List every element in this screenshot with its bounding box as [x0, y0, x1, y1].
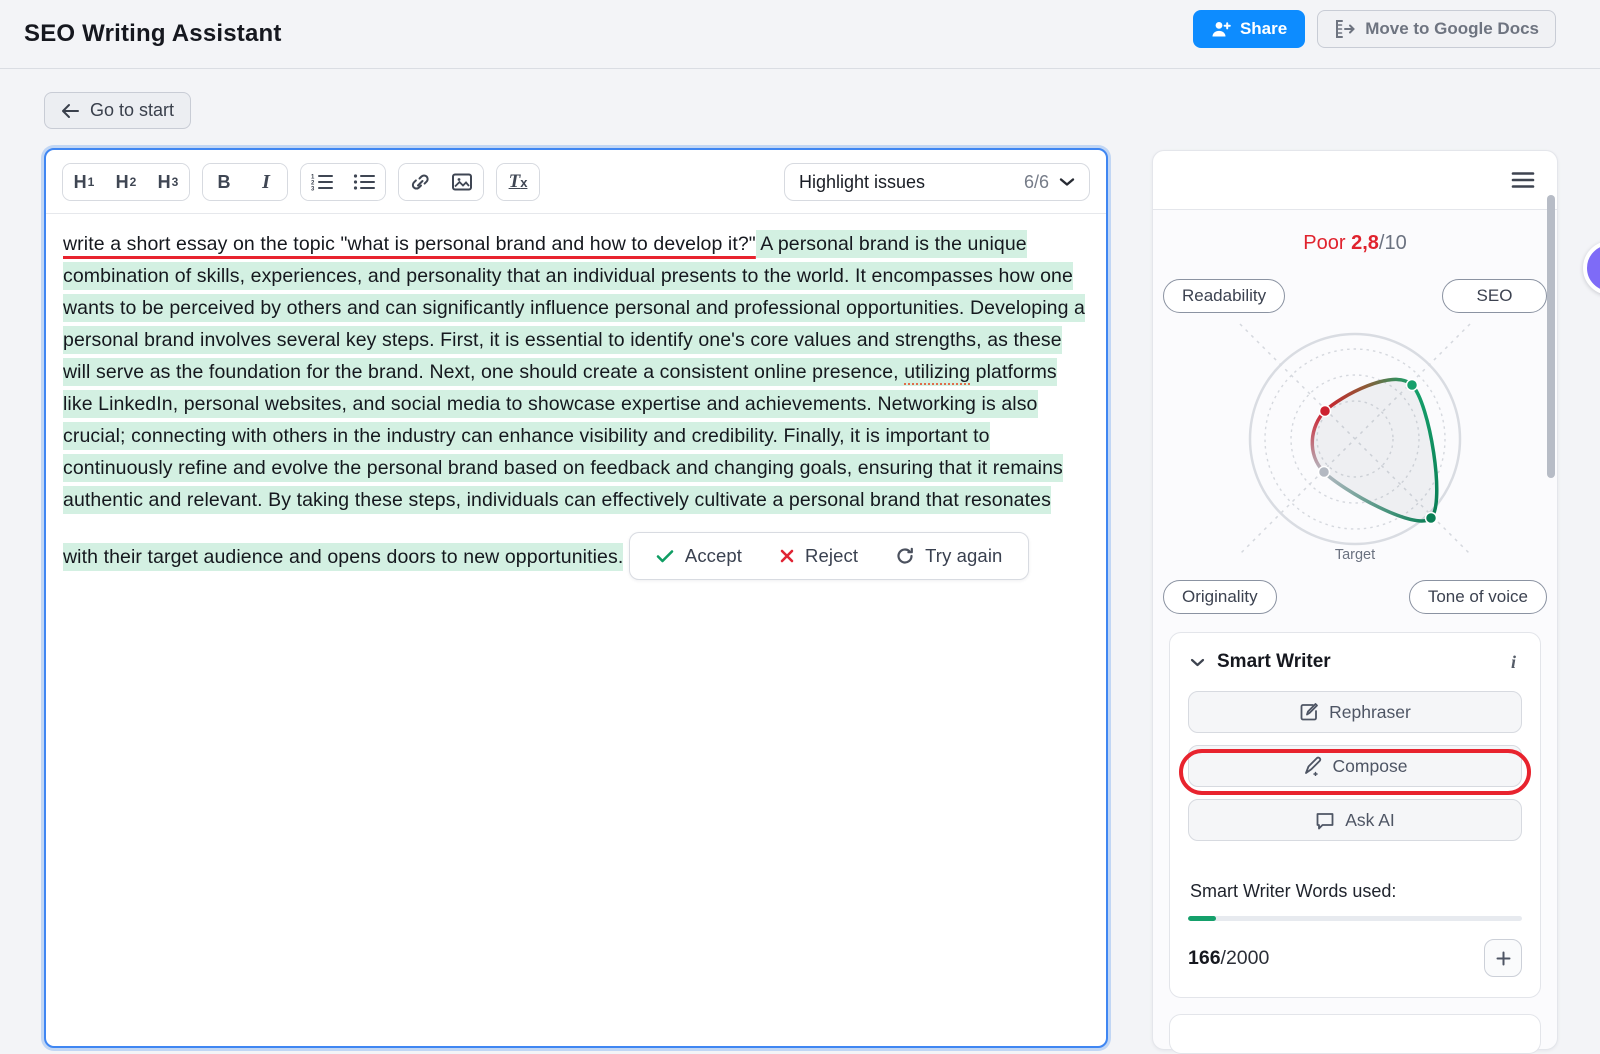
seo-pill[interactable]: SEO	[1442, 279, 1547, 313]
overall-score: Poor 2,8/10	[1153, 232, 1557, 255]
refresh-icon	[896, 547, 914, 565]
accept-button[interactable]: Accept	[656, 540, 742, 572]
words-used-count: 166	[1188, 947, 1221, 970]
svg-text:3: 3	[311, 187, 315, 192]
words-count-row: 166/2000	[1188, 939, 1522, 977]
share-button[interactable]: Share	[1193, 10, 1305, 48]
menu-icon[interactable]	[1511, 171, 1535, 189]
plus-icon	[1496, 951, 1511, 966]
target-label: Target	[1328, 547, 1382, 563]
editor-toolbar: H1 H2 H3 B I 1 2 3	[46, 150, 1106, 213]
bold-button[interactable]: B	[203, 164, 245, 200]
editor-content[interactable]: write a short essay on the topic "what i…	[46, 214, 1106, 580]
seo-dot	[1407, 380, 1418, 391]
smart-writer-title: Smart Writer	[1217, 651, 1331, 673]
floating-assistant-button[interactable]	[1583, 241, 1600, 295]
reject-button[interactable]: Reject	[780, 540, 858, 572]
flagged-word[interactable]: utilizing	[904, 358, 970, 386]
tone-of-voice-pill[interactable]: Tone of voice	[1409, 580, 1547, 614]
words-progress-fill	[1188, 916, 1216, 921]
words-used-label: Smart Writer Words used:	[1188, 881, 1522, 902]
score-gauge: Target	[1225, 317, 1485, 572]
h2-button[interactable]: H2	[105, 164, 147, 200]
check-icon	[656, 549, 674, 563]
panel-toolbar	[1153, 151, 1557, 210]
words-total: /2000	[1221, 947, 1270, 970]
pencil-square-icon	[1299, 702, 1319, 722]
arrow-left-icon	[61, 103, 80, 119]
pen-sparkle-icon	[1303, 756, 1323, 776]
clear-formatting-button[interactable]: Tx	[497, 164, 539, 200]
move-to-google-docs-button[interactable]: Move to Google Docs	[1317, 10, 1556, 48]
info-icon[interactable]: i	[1511, 652, 1520, 673]
try-again-button[interactable]: Try again	[896, 540, 1002, 572]
compose-annotated-area: Compose	[1188, 745, 1522, 787]
x-icon	[780, 549, 794, 563]
highlight-issues-dropdown[interactable]: Highlight issues 6/6	[784, 163, 1090, 201]
readability-dot	[1320, 406, 1331, 417]
chevron-down-icon	[1190, 658, 1205, 667]
heading-group: H1 H2 H3	[62, 163, 190, 201]
italic-button[interactable]: I	[245, 164, 287, 200]
image-icon[interactable]	[441, 164, 483, 200]
gauge-chart	[1225, 317, 1485, 567]
next-panel-card	[1169, 1014, 1541, 1054]
chevron-down-icon	[1059, 177, 1075, 187]
person-add-icon	[1211, 20, 1231, 38]
style-group: B I	[202, 163, 288, 201]
originality-dot	[1319, 467, 1330, 478]
originality-pill[interactable]: Originality	[1163, 580, 1277, 614]
smart-writer-card: Smart Writer i Rephraser Compos	[1169, 632, 1541, 998]
score-panel: Poor 2,8/10 Readability SEO	[1152, 150, 1558, 1050]
ordered-list-icon[interactable]: 1 2 3	[301, 164, 343, 200]
words-progress-bar	[1188, 916, 1522, 921]
list-group: 1 2 3	[300, 163, 386, 201]
compose-button[interactable]: Compose	[1188, 745, 1522, 787]
insert-group	[398, 163, 484, 201]
export-doc-icon	[1334, 19, 1356, 39]
tone-dot	[1426, 513, 1437, 524]
h3-button[interactable]: H3	[147, 164, 189, 200]
editor[interactable]: H1 H2 H3 B I 1 2 3	[44, 148, 1108, 1048]
top-metric-pills: Readability SEO	[1153, 279, 1557, 313]
h1-button[interactable]: H1	[63, 164, 105, 200]
rephraser-button[interactable]: Rephraser	[1188, 691, 1522, 733]
panel-scrollbar-thumb[interactable]	[1547, 195, 1555, 478]
add-words-button[interactable]	[1484, 939, 1522, 977]
prompt-text: write a short essay on the topic "what i…	[63, 233, 756, 255]
ask-ai-button[interactable]: Ask AI	[1188, 799, 1522, 841]
header-actions: Share Move to Google Docs	[1193, 10, 1556, 48]
chat-bubble-icon	[1315, 811, 1335, 830]
app-header: SEO Writing Assistant Share Move to Goog	[0, 0, 1600, 69]
bullet-list-icon[interactable]	[343, 164, 385, 200]
bottom-metric-pills: Originality Tone of voice	[1153, 580, 1557, 614]
link-icon[interactable]	[399, 164, 441, 200]
ai-suggestion-actions: Accept Reject Try again	[629, 532, 1030, 580]
go-to-start-button[interactable]: Go to start	[44, 92, 191, 129]
smart-writer-header[interactable]: Smart Writer i	[1188, 649, 1522, 679]
readability-pill[interactable]: Readability	[1163, 279, 1285, 313]
page-title: SEO Writing Assistant	[24, 20, 282, 48]
clear-group: Tx	[496, 163, 540, 201]
